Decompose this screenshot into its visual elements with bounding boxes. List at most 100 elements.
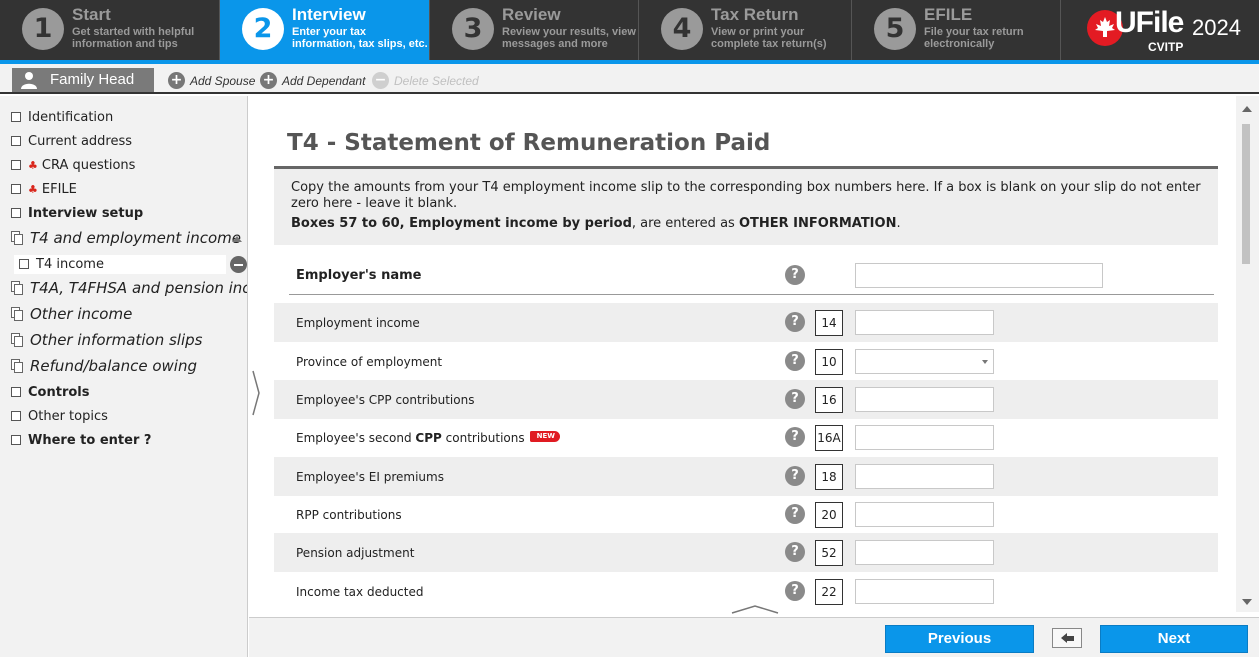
step-number: 3 (452, 8, 494, 50)
box-number: 52 (815, 540, 843, 566)
next-button[interactable]: Next (1100, 625, 1248, 653)
sidebar-group-refund[interactable]: Refund/balance owing (11, 356, 197, 376)
pension-adjustment-input[interactable] (855, 540, 994, 565)
checkbox[interactable] (11, 387, 21, 397)
step-subtitle: Enter your tax information, tax slips, e… (292, 26, 428, 50)
province-select[interactable] (855, 349, 994, 374)
checkbox[interactable] (11, 160, 21, 170)
help-icon[interactable]: ? (785, 542, 805, 562)
help-icon[interactable]: ? (785, 504, 805, 524)
ei-premiums-input[interactable] (855, 464, 994, 489)
help-icon[interactable]: ? (785, 581, 805, 601)
scroll-down-icon[interactable] (1242, 599, 1252, 605)
add-dependant-button[interactable]: + Add Dependant (260, 72, 365, 89)
step-tax-return[interactable]: 4 Tax Return View or print your complete… (639, 0, 852, 60)
step-interview[interactable]: 2 Interview Enter your tax information, … (220, 0, 430, 60)
main-content: T4 - Statement of Remuneration Paid Copy… (274, 96, 1218, 616)
step-subtitle: Get started with helpful information and… (72, 26, 195, 50)
checkbox[interactable] (11, 435, 21, 445)
family-head-tab[interactable]: Family Head (12, 68, 154, 92)
sidebar-item-label: Other income (30, 305, 133, 323)
page-title: T4 - Statement of Remuneration Paid (287, 130, 771, 156)
help-icon[interactable]: ? (785, 312, 805, 332)
help-icon[interactable]: ? (785, 265, 805, 285)
scrollbar[interactable] (1236, 96, 1259, 612)
delete-selected-button[interactable]: − Delete Selected (372, 72, 479, 89)
checkbox[interactable] (19, 259, 29, 269)
sidebar-item-identification[interactable]: Identification (11, 107, 113, 127)
minus-icon: − (372, 72, 389, 89)
step-title: Review (502, 5, 561, 24)
employer-name-input[interactable] (855, 263, 1103, 288)
sidebar-group-other-info-slips[interactable]: Other information slips (11, 330, 202, 350)
cpp-contributions-input[interactable] (855, 387, 994, 412)
income-tax-deducted-input[interactable] (855, 579, 994, 604)
chevron-down-icon (982, 360, 988, 364)
field-label: Employee's second CPP contributions NEW (296, 431, 560, 445)
sidebar-item-t4-income[interactable]: T4 income (19, 254, 104, 274)
person-icon (21, 72, 37, 89)
remove-icon[interactable] (230, 256, 247, 273)
employment-income-input[interactable] (855, 310, 994, 335)
sidebar-item-label: Refund/balance owing (30, 357, 197, 375)
sidebar-group-t4-employment[interactable]: T4 and employment income (11, 228, 241, 248)
checkbox[interactable] (11, 112, 21, 122)
help-icon[interactable]: ? (785, 427, 805, 447)
sidebar-item-label: Interview setup (28, 205, 144, 221)
field-row-second-cpp: Employee's second CPP contributions NEW ?… (274, 418, 1218, 457)
second-cpp-input[interactable] (855, 425, 994, 450)
add-spouse-button[interactable]: + Add Spouse (168, 72, 255, 89)
sidebar-item-where-to-enter[interactable]: Where to enter ? (11, 430, 151, 450)
sidebar-item-label: Controls (28, 384, 90, 400)
box-number: 20 (815, 502, 843, 528)
step-efile[interactable]: 5 EFILE File your tax return electronica… (852, 0, 1061, 60)
help-icon[interactable]: ? (785, 351, 805, 371)
maple-leaf-icon: ♣ (28, 182, 38, 196)
sidebar-item-label: T4 income (36, 256, 104, 272)
sidebar-item-label: Current address (28, 133, 133, 149)
collapse-up-icon[interactable] (232, 236, 242, 242)
pages-icon (11, 359, 24, 373)
field-label: Employment income (296, 316, 420, 330)
step-review[interactable]: 3 Review Review your results, view messa… (430, 0, 639, 60)
sidebar-item-label: Other topics (28, 408, 108, 424)
instructions-box: Copy the amounts from your T4 employment… (274, 169, 1218, 245)
field-label: Employee's EI premiums (296, 470, 444, 484)
scrollbar-thumb[interactable] (1242, 124, 1250, 264)
sidebar-group-other-income[interactable]: Other income (11, 304, 132, 324)
sidebar-item-other-topics[interactable]: Other topics (11, 406, 108, 426)
field-label: Employee's CPP contributions (296, 393, 475, 407)
back-button[interactable] (1052, 628, 1082, 648)
step-number: 1 (22, 8, 64, 50)
sidebar-item-efile[interactable]: ♣ EFILE (11, 179, 77, 199)
rpp-contributions-input[interactable] (855, 502, 994, 527)
app-window: 1 Start Get started with helpful informa… (0, 0, 1259, 657)
previous-button[interactable]: Previous (885, 625, 1034, 653)
sidebar-item-controls[interactable]: Controls (11, 382, 89, 402)
sidebar-group-t4a-pension[interactable]: T4A, T4FHSA and pension income (11, 278, 247, 298)
sidebar-item-interview-setup[interactable]: Interview setup (11, 203, 143, 223)
collapse-sidebar-icon[interactable] (251, 370, 261, 416)
box-number: 16A (815, 425, 843, 451)
employer-name-label: Employer's name (296, 268, 422, 283)
step-title: Interview (292, 5, 366, 24)
field-label: RPP contributions (296, 508, 402, 522)
step-start[interactable]: 1 Start Get started with helpful informa… (0, 0, 220, 60)
help-icon[interactable]: ? (785, 389, 805, 409)
logo-year: 2024 (1192, 15, 1241, 40)
checkbox[interactable] (11, 411, 21, 421)
scroll-up-icon[interactable] (1242, 106, 1252, 112)
ufile-logo: UFile 2024 CVITP (1061, 0, 1259, 60)
family-head-label: Family Head (50, 71, 135, 88)
maple-leaf-icon: ♣ (28, 158, 38, 172)
expand-up-icon[interactable] (731, 604, 779, 614)
checkbox[interactable] (11, 136, 21, 146)
checkbox[interactable] (11, 184, 21, 194)
sidebar-item-current-address[interactable]: Current address (11, 131, 132, 151)
sidebar-item-label: Other information slips (30, 331, 203, 349)
instructions-text: Copy the amounts from your T4 employment… (291, 180, 1201, 211)
pages-icon (11, 333, 24, 347)
checkbox[interactable] (11, 208, 21, 218)
help-icon[interactable]: ? (785, 466, 805, 486)
sidebar-item-cra-questions[interactable]: ♣ CRA questions (11, 155, 135, 175)
